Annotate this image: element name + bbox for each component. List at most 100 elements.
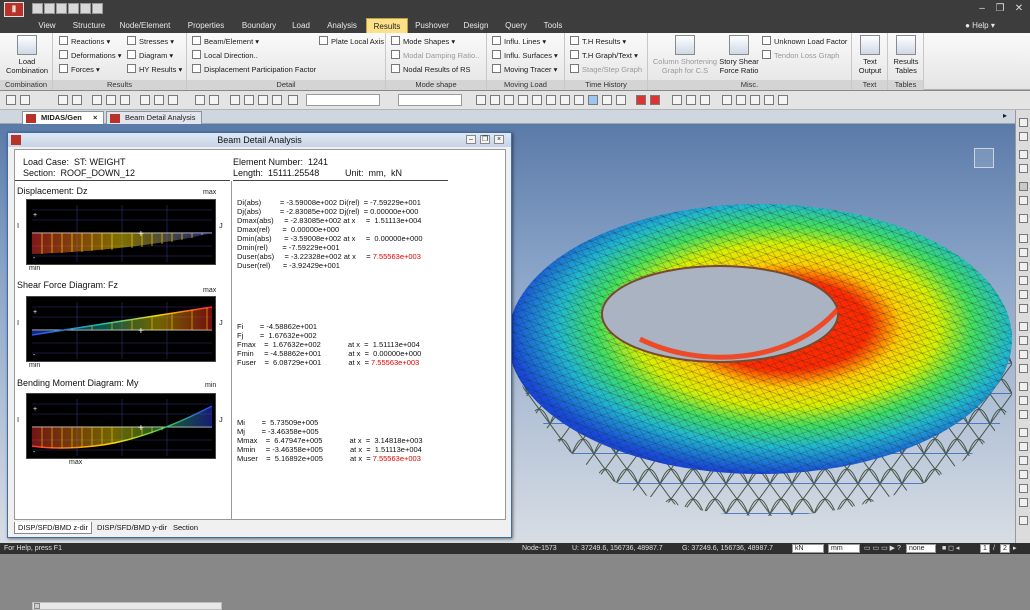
tab-section[interactable]: Section	[170, 522, 201, 534]
redo-icon[interactable]	[20, 95, 30, 105]
select-by-combo[interactable]	[306, 94, 380, 106]
moving-tracer-button[interactable]: Moving Tracer ▾	[492, 64, 557, 76]
stage-step-graph-button[interactable]: Stage/Step Graph	[570, 64, 642, 76]
display-option-icon[interactable]	[672, 95, 682, 105]
influ-lines-button[interactable]: Influ. Lines ▾	[492, 36, 546, 48]
zoom-in-icon[interactable]	[1019, 234, 1028, 243]
reactions-button[interactable]: Reactions ▾	[59, 36, 110, 48]
menu-properties[interactable]: Properties	[178, 18, 234, 33]
forces-button[interactable]: Forces ▾	[59, 64, 100, 76]
close-icon[interactable]: ×	[93, 112, 97, 124]
shrink-icon[interactable]	[602, 95, 612, 105]
load-combination-button[interactable]: Load Combination	[4, 35, 50, 75]
minimize-icon[interactable]: –	[975, 2, 989, 15]
select-icon[interactable]	[58, 95, 68, 105]
result-icon[interactable]	[1019, 484, 1028, 493]
model-icon[interactable]	[1019, 456, 1028, 465]
hidden-icon[interactable]	[588, 95, 598, 105]
menu-pushover[interactable]: Pushover	[408, 18, 456, 33]
zoom-fit-icon[interactable]	[1019, 248, 1028, 257]
light-icon[interactable]	[700, 95, 710, 105]
none-select[interactable]: none	[906, 544, 936, 553]
status-tools-icon[interactable]: ▭ ▭ ▭ ▶ ?	[864, 543, 901, 554]
select-previous-icon[interactable]	[140, 95, 150, 105]
menu-boundary[interactable]: Boundary	[234, 18, 284, 33]
view-top-icon[interactable]	[1019, 118, 1028, 127]
grid-icon[interactable]	[288, 95, 298, 105]
force-unit-select[interactable]: kN	[792, 544, 824, 553]
unknown-load-factor-button[interactable]: Unknown Load Factor	[762, 36, 847, 48]
graph-icon[interactable]	[750, 95, 760, 105]
layer-icon[interactable]	[1019, 428, 1028, 437]
camera-icon[interactable]	[1019, 364, 1028, 373]
table-icon[interactable]	[764, 95, 774, 105]
length-unit-select[interactable]: mm	[828, 544, 860, 553]
menu-structure[interactable]: Structure	[66, 18, 112, 33]
render-icon[interactable]	[686, 95, 696, 105]
nodal-results-rs-button[interactable]: Nodal Results of RS	[391, 64, 471, 76]
restore-icon[interactable]: ❐	[993, 2, 1007, 15]
top-view-icon[interactable]	[546, 95, 556, 105]
zoom-fit-icon[interactable]	[476, 95, 486, 105]
undo-icon[interactable]	[80, 3, 91, 14]
view-bottom-icon[interactable]	[1019, 132, 1028, 141]
hy-results-button[interactable]: HY Results ▾	[127, 64, 182, 76]
unselect-icon[interactable]	[168, 95, 178, 105]
view-front-icon[interactable]	[1019, 196, 1028, 205]
node-number-icon[interactable]	[230, 95, 240, 105]
group-icon[interactable]	[1019, 442, 1028, 451]
front-view-icon[interactable]	[560, 95, 570, 105]
menu-view[interactable]: View	[28, 18, 66, 33]
view-left-icon[interactable]	[1019, 150, 1028, 159]
text-output-button[interactable]: Text Output	[854, 35, 886, 75]
rotate-icon[interactable]	[518, 95, 528, 105]
zoom-window-icon[interactable]	[490, 95, 500, 105]
select-window-icon[interactable]	[72, 95, 82, 105]
th-graph-button[interactable]: T.H Graph/Text ▾	[570, 50, 638, 62]
tab-y-dir[interactable]: DISP/SFD/BMD y-dir	[94, 522, 170, 534]
load-icon[interactable]	[1019, 470, 1028, 479]
pan-icon[interactable]	[504, 95, 514, 105]
minimize-icon[interactable]: –	[466, 135, 476, 144]
app-logo-icon[interactable]: Ⅱ	[4, 2, 24, 17]
chevron-right-icon[interactable]: ▸	[1003, 111, 1007, 120]
close-icon[interactable]: ✕	[1012, 2, 1026, 15]
property-icon[interactable]	[1019, 498, 1028, 507]
iso-view-icon[interactable]	[532, 95, 542, 105]
load-display-icon[interactable]	[272, 95, 282, 105]
mode-shapes-button[interactable]: Mode Shapes ▾	[391, 36, 455, 48]
story-shear-button[interactable]: Story Shear Force Ratio	[718, 35, 760, 75]
page-next-icon[interactable]: ▸	[1013, 543, 1017, 554]
save-icon[interactable]	[56, 3, 67, 14]
view-back-icon[interactable]	[1019, 214, 1028, 223]
zoom-out-icon[interactable]	[1019, 276, 1028, 285]
help-icon[interactable]	[1019, 516, 1028, 525]
activate-icon[interactable]	[195, 95, 205, 105]
menu-load[interactable]: Load	[284, 18, 318, 33]
status-aux-icon[interactable]: ■ ◻ ◂	[942, 543, 959, 554]
zoom-previous-icon[interactable]	[1019, 304, 1028, 313]
stop-icon[interactable]	[650, 95, 660, 105]
column-shortening-button[interactable]: Column Shortening Graph for C.S	[650, 35, 720, 75]
displacement-participation-button[interactable]: Displacement Participation Factor	[192, 64, 316, 76]
tab-z-dir[interactable]: DISP/SFD/BMD z-dir	[14, 522, 93, 534]
th-results-button[interactable]: T.H Results ▾	[570, 36, 626, 48]
influ-surfaces-button[interactable]: Influ. Surfaces ▾	[492, 50, 558, 62]
tab-midas-gen[interactable]: MIDAS/Gen ×	[22, 111, 104, 124]
dynamic-view-icon[interactable]	[1019, 350, 1028, 359]
modal-damping-button[interactable]: Modal Damping Ratio..	[391, 50, 479, 62]
record-icon[interactable]	[636, 95, 646, 105]
text-icon[interactable]	[778, 95, 788, 105]
menu-query[interactable]: Query	[496, 18, 536, 33]
tab-beam-detail-analysis[interactable]: Beam Detail Analysis	[106, 111, 202, 124]
menu-results[interactable]: Results	[366, 18, 408, 33]
open-icon[interactable]	[44, 3, 55, 14]
right-view-icon[interactable]	[574, 95, 584, 105]
zoom-window-icon[interactable]	[1019, 262, 1028, 271]
wireframe-icon[interactable]	[1019, 410, 1028, 419]
zoom-in-icon[interactable]	[1019, 290, 1028, 299]
slider-thumb[interactable]	[34, 603, 40, 609]
undo-icon[interactable]	[6, 95, 16, 105]
view-right-icon[interactable]	[1019, 164, 1028, 173]
select-polygon-icon[interactable]	[92, 95, 102, 105]
